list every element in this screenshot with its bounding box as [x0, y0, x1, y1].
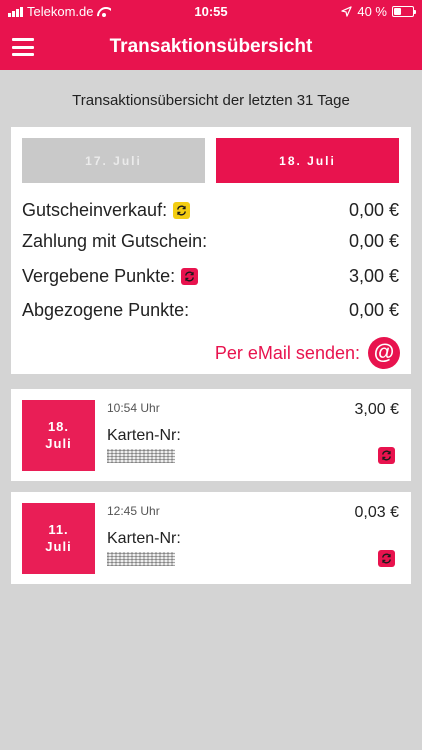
summary-label: Vergebene Punkte:	[22, 265, 176, 286]
transaction-date: 18. Juli	[22, 400, 95, 471]
send-email-label: Per eMail senden:	[214, 342, 360, 363]
status-right: 40 %	[341, 4, 416, 19]
summary-row-points-deducted: Abgezogene Punkte: 0,00 €	[22, 297, 399, 323]
transaction-time: 10:54 Uhr	[107, 401, 160, 415]
nav-bar: Transaktionsübersicht	[0, 24, 422, 70]
points-exchange-icon	[378, 550, 395, 567]
summary-card: 17. Juli 18. Juli Gutscheinverkauf: 0,00…	[11, 127, 411, 374]
points-exchange-icon	[181, 267, 199, 285]
current-day-button[interactable]: 18. Juli	[216, 138, 399, 183]
transaction-amount: 0,03 €	[354, 504, 399, 521]
card-number-redacted	[107, 552, 175, 566]
points-exchange-icon	[378, 447, 395, 464]
at-icon[interactable]: @	[368, 337, 400, 369]
battery-icon	[392, 6, 416, 17]
battery-level	[394, 8, 402, 15]
page-title: Transaktionsübersicht	[109, 36, 313, 57]
previous-day-button[interactable]: 17. Juli	[22, 138, 205, 183]
status-bar: Telekom.de 10:55 40 %	[0, 0, 422, 24]
transaction-time: 12:45 Uhr	[107, 504, 160, 518]
voucher-exchange-icon	[173, 201, 191, 219]
card-number-label: Karten-Nr:	[107, 530, 181, 547]
summary-value: 0,00 €	[348, 230, 399, 251]
summary-label: Abgezogene Punkte:	[22, 299, 190, 320]
summary-row-points-given: Vergebene Punkte: 3,00 €	[22, 263, 399, 289]
transaction-date: 11. Juli	[22, 503, 95, 574]
location-arrow-icon	[341, 6, 353, 17]
summary-value: 3,00 €	[348, 265, 399, 286]
transaction-item[interactable]: 11. Juli 12:45 Uhr 0,03 € Karten-Nr:	[11, 492, 411, 584]
period-subtitle: Transaktionsübersicht der letzten 31 Tag…	[72, 92, 350, 109]
summary-label: Gutscheinverkauf:	[22, 199, 168, 220]
card-number-label: Karten-Nr:	[107, 427, 181, 444]
summary-label: Zahlung mit Gutschein:	[22, 230, 208, 251]
summary-row-voucher-payment: Zahlung mit Gutschein: 0,00 €	[22, 228, 399, 254]
transaction-item[interactable]: 18. Juli 10:54 Uhr 3,00 € Karten-Nr:	[11, 389, 411, 481]
send-email-button[interactable]: Per eMail senden: @	[215, 337, 400, 369]
summary-row-voucher-sale: Gutscheinverkauf: 0,00 €	[22, 197, 399, 223]
battery-percent: 40 %	[357, 4, 387, 19]
summary-value: 0,00 €	[348, 199, 399, 220]
transaction-amount: 3,00 €	[354, 401, 399, 418]
hamburger-menu-icon[interactable]	[12, 38, 34, 56]
summary-value: 0,00 €	[348, 299, 399, 320]
card-number-redacted	[107, 449, 175, 463]
